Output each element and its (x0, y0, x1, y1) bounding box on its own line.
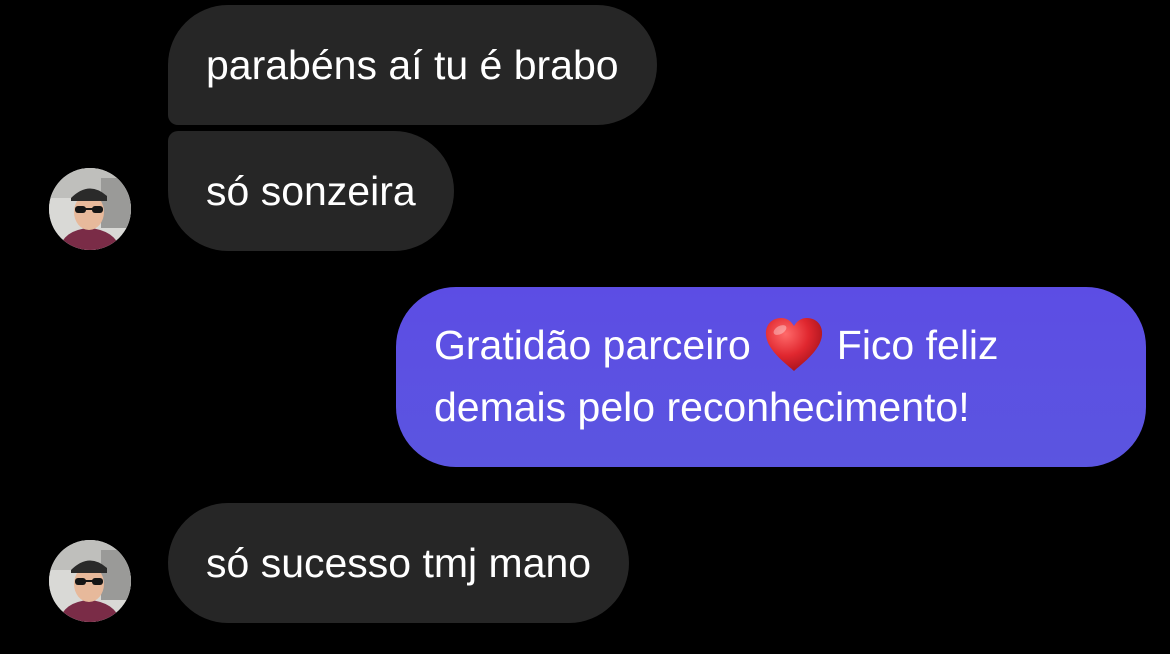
avatar-photo-icon (49, 168, 131, 250)
message-text: só sucesso tmj mano (206, 540, 592, 586)
message-text: parabéns aí tu é brabo (206, 42, 619, 88)
incoming-message-bubble[interactable]: só sonzeira (168, 131, 454, 251)
sender-avatar[interactable] (49, 540, 131, 622)
message-line: Gratidão parceiro Fico feliz (434, 315, 1108, 377)
incoming-message-bubble[interactable]: parabéns aí tu é brabo (168, 5, 657, 125)
message-text: Fico feliz (836, 322, 999, 368)
message-line: demais pelo reconhecimento! (434, 377, 1108, 439)
message-text: só sonzeira (206, 168, 416, 214)
sender-avatar[interactable] (49, 168, 131, 250)
message-text: Gratidão parceiro (434, 322, 751, 368)
incoming-message-bubble[interactable]: só sucesso tmj mano (168, 503, 630, 623)
red-heart-icon (765, 318, 822, 372)
avatar-photo-icon (49, 540, 131, 622)
outgoing-message-bubble[interactable]: Gratidão parceiro Fico feliz demais pelo… (396, 287, 1146, 467)
message-text: demais pelo reconhecimento! (434, 384, 970, 430)
